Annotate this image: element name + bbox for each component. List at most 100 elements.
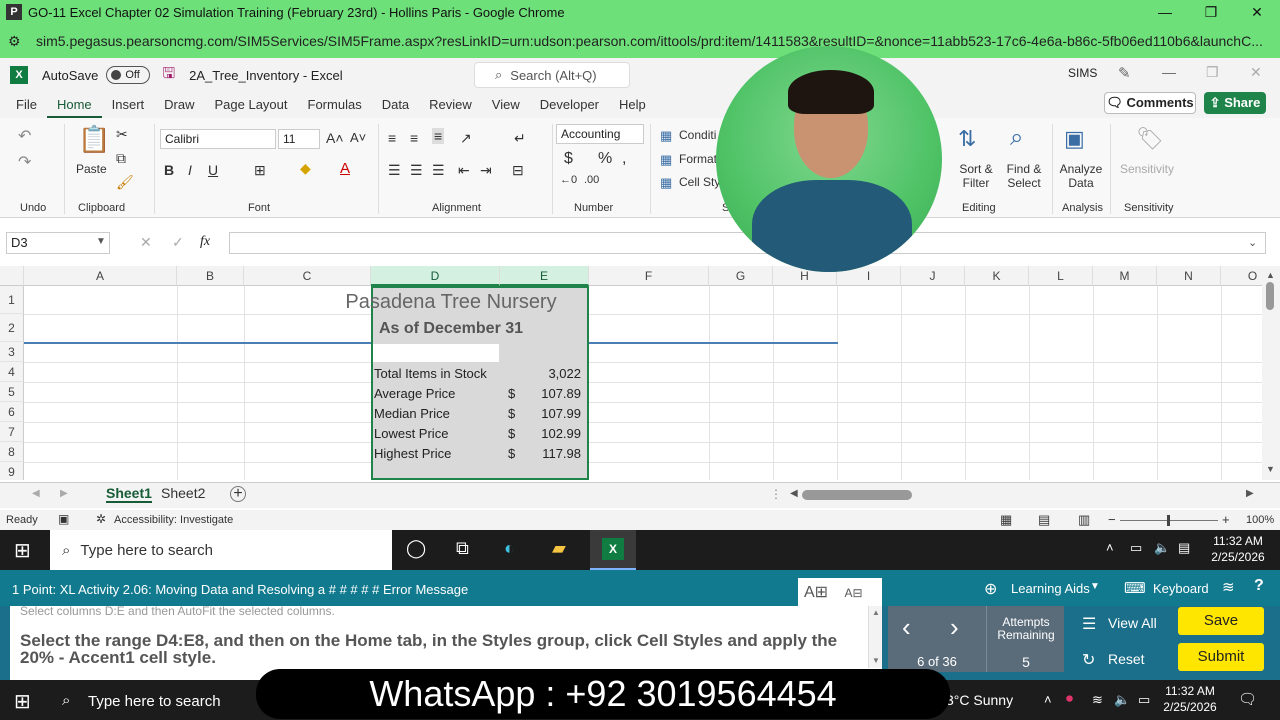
increase-font-icon[interactable]: A˄: [326, 130, 344, 146]
tab-help[interactable]: Help: [609, 92, 656, 118]
scroll-left-icon[interactable]: ◀: [32, 488, 40, 499]
row-header-5[interactable]: 5: [0, 382, 24, 402]
conditional-formatting-label[interactable]: Conditi: [679, 128, 716, 142]
enter-icon[interactable]: ✓: [172, 234, 184, 251]
row-header-3[interactable]: 3: [0, 342, 24, 362]
tab-data[interactable]: Data: [372, 92, 419, 118]
chevron-down-icon[interactable]: ▼: [1090, 581, 1100, 592]
format-painter-icon[interactable]: 🖌: [116, 174, 134, 191]
row-header-2[interactable]: 2: [0, 314, 24, 342]
wifi-icon[interactable]: ≋: [1092, 692, 1103, 708]
edge-icon[interactable]: ◐: [504, 538, 515, 559]
increase-indent-icon[interactable]: ⇥: [480, 162, 492, 179]
accessibility-icon[interactable]: ✲: [96, 512, 106, 526]
bold-icon[interactable]: B: [164, 162, 174, 178]
cell-styles-label[interactable]: Cell Sty: [679, 175, 720, 189]
help-icon[interactable]: ?: [1254, 577, 1264, 595]
column-header-f[interactable]: F: [589, 266, 709, 286]
comma-icon[interactable]: ,: [622, 150, 626, 168]
cut-icon[interactable]: ✂: [116, 126, 128, 143]
horizontal-scroll-thumb[interactable]: [802, 490, 912, 500]
align-right-icon[interactable]: ☰: [432, 162, 445, 179]
task-view-icon[interactable]: ⧉: [456, 538, 469, 559]
record-icon[interactable]: ⏺: [1066, 690, 1073, 707]
find-select-icon[interactable]: ⌕: [1010, 124, 1023, 152]
tab-developer[interactable]: Developer: [530, 92, 609, 118]
font-name-select[interactable]: Calibri: [160, 129, 276, 149]
tab-formulas[interactable]: Formulas: [298, 92, 372, 118]
row-header-1[interactable]: 1: [0, 286, 24, 314]
scroll-up-icon[interactable]: ▲: [872, 608, 880, 617]
excel-minimize-button[interactable]: —: [1162, 64, 1176, 80]
active-cell-d3[interactable]: [373, 344, 499, 362]
format-as-table-icon[interactable]: ▦: [660, 152, 672, 168]
volume-icon[interactable]: 🔈: [1114, 692, 1130, 708]
currency-icon[interactable]: $: [564, 150, 573, 168]
find-select-label[interactable]: Find & Select: [1004, 162, 1044, 190]
name-box[interactable]: D3: [6, 232, 110, 254]
chevron-down-icon[interactable]: ▼: [96, 236, 106, 247]
network-icon[interactable]: ▭: [1130, 540, 1142, 556]
minimize-button[interactable]: —: [1142, 0, 1188, 24]
align-middle-icon[interactable]: ≡: [410, 130, 418, 146]
accessibility-status[interactable]: Accessibility: Investigate: [114, 514, 233, 526]
tab-page-layout[interactable]: Page Layout: [205, 92, 298, 118]
align-left-icon[interactable]: ☰: [388, 162, 401, 179]
keyboard-icon[interactable]: ⌨: [1124, 579, 1146, 597]
scroll-right-icon[interactable]: ▶: [60, 488, 68, 499]
decrease-indent-icon[interactable]: ⇤: [458, 162, 470, 179]
cancel-icon[interactable]: ✕: [140, 234, 152, 251]
comments-button[interactable]: 🗨 Comments: [1104, 92, 1196, 114]
normal-view-icon[interactable]: ▦: [1000, 512, 1012, 528]
increase-text-icon[interactable]: A⊞: [804, 584, 828, 601]
zoom-slider-thumb[interactable]: [1167, 515, 1170, 526]
taskbar-search[interactable]: ⌕ Type here to search: [50, 530, 392, 570]
insert-function-icon[interactable]: fx: [200, 234, 210, 250]
reset-icon[interactable]: ↻: [1082, 650, 1095, 670]
number-format-select[interactable]: Accounting: [556, 124, 644, 144]
save-button[interactable]: Save: [1178, 607, 1264, 635]
paste-label[interactable]: Paste: [76, 162, 107, 176]
address-bar[interactable]: ⚙ sim5.pegasus.pearsoncmg.com/SIM5Servic…: [0, 24, 1280, 58]
macro-record-icon[interactable]: ▣: [58, 512, 69, 526]
column-header-c[interactable]: C: [244, 266, 371, 286]
search-box[interactable]: ⌕ Search (Alt+Q): [474, 62, 630, 88]
share-button[interactable]: ⇪ Share: [1204, 92, 1266, 114]
row-header-9[interactable]: 9: [0, 462, 24, 480]
decrease-font-icon[interactable]: A˅: [350, 130, 366, 145]
submit-button[interactable]: Submit: [1178, 643, 1264, 671]
cortana-icon[interactable]: ◯: [406, 538, 426, 559]
sensitivity-icon[interactable]: 🏷: [1136, 126, 1164, 152]
vertical-scrollbar[interactable]: ▲ ▼: [1262, 266, 1280, 480]
search-icon[interactable]: ⌕: [62, 692, 70, 709]
merge-center-icon[interactable]: ⊟: [512, 162, 524, 179]
zoom-level[interactable]: 100%: [1246, 514, 1274, 526]
zoom-out-icon[interactable]: −: [1108, 512, 1116, 527]
column-header-n[interactable]: N: [1157, 266, 1221, 286]
learning-aids-button[interactable]: Learning Aids: [1011, 581, 1090, 596]
weather-widget[interactable]: 3°C Sunny: [946, 692, 1013, 708]
row-header-4[interactable]: 4: [0, 362, 24, 382]
restore-button[interactable]: ❐: [1188, 0, 1234, 24]
learning-aids-icon[interactable]: ⊕: [984, 579, 997, 599]
decrease-decimal-icon[interactable]: .00: [584, 174, 599, 186]
tab-review[interactable]: Review: [419, 92, 482, 118]
battery-icon[interactable]: ▭: [1138, 692, 1150, 708]
decrease-text-icon[interactable]: A⊟: [845, 586, 863, 600]
font-color-icon[interactable]: A: [340, 160, 350, 177]
analyze-data-label[interactable]: Analyze Data: [1058, 162, 1104, 190]
reset-button[interactable]: Reset: [1108, 651, 1145, 667]
align-bottom-icon[interactable]: ≡: [432, 128, 445, 144]
hscroll-left-icon[interactable]: ◀: [790, 488, 798, 499]
column-header-m[interactable]: M: [1093, 266, 1157, 286]
orientation-icon[interactable]: ↗: [460, 130, 472, 147]
windows-start-icon[interactable]: ⊞: [14, 689, 31, 714]
row-header-7[interactable]: 7: [0, 422, 24, 442]
copy-icon[interactable]: ⧉: [116, 150, 126, 167]
clock-time[interactable]: 11:32 AM: [1158, 684, 1222, 698]
align-top-icon[interactable]: ≡: [388, 130, 396, 146]
redo-icon[interactable]: ↷: [18, 152, 31, 172]
sheet-tab-sheet1[interactable]: Sheet1: [106, 485, 152, 503]
add-sheet-button[interactable]: +: [230, 486, 246, 502]
hscroll-right-icon[interactable]: ▶: [1246, 488, 1254, 499]
